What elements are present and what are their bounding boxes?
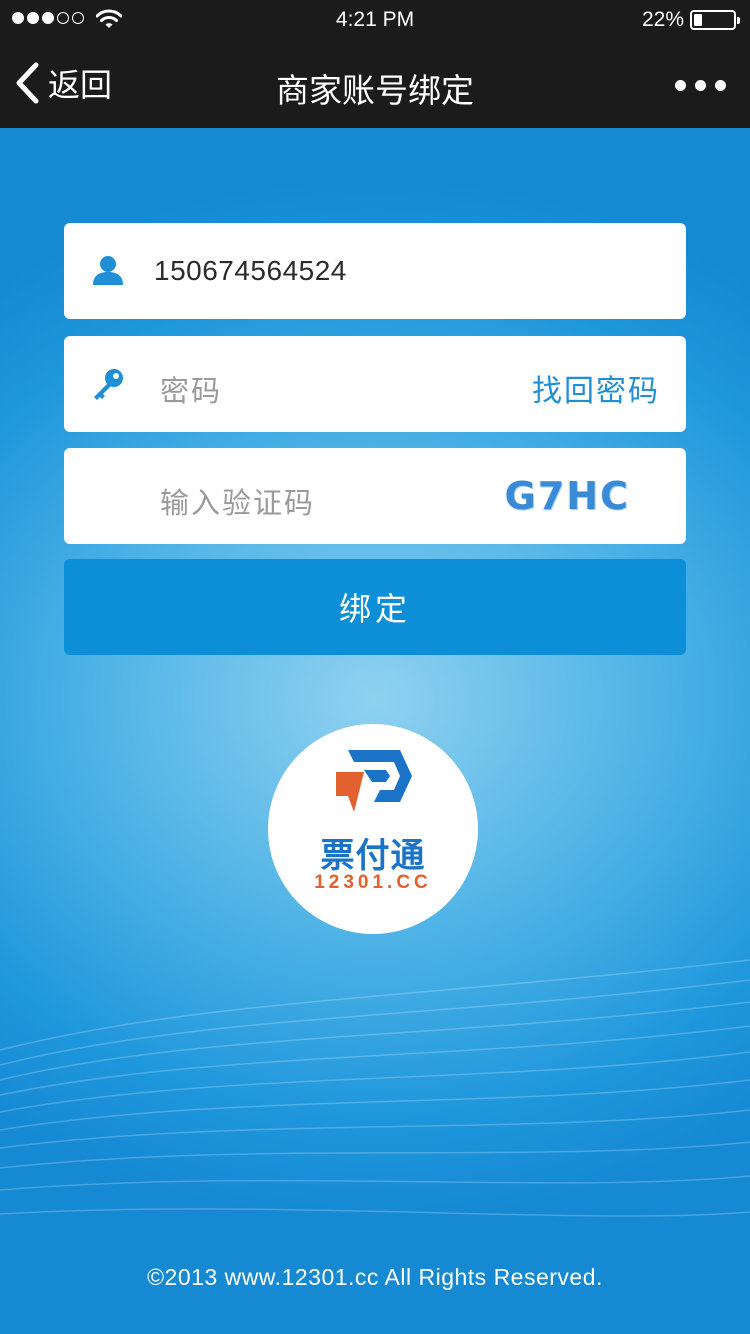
- account-input[interactable]: 150674564524: [154, 255, 347, 287]
- bind-button[interactable]: 绑定: [64, 559, 686, 655]
- captcha-field[interactable]: 输入验证码 G7HC: [64, 448, 686, 544]
- battery-level: [694, 14, 702, 26]
- navigation-bar: 返回 商家账号绑定: [0, 40, 750, 128]
- battery-percent: 22%: [641, 8, 684, 31]
- password-input[interactable]: 密码: [160, 368, 222, 410]
- password-field[interactable]: 密码 找回密码: [64, 336, 686, 432]
- battery-icon: [690, 10, 740, 30]
- forgot-password-link[interactable]: 找回密码: [532, 366, 660, 410]
- logo: 票付通 12301.CC: [268, 724, 478, 934]
- logo-name: 票付通: [320, 837, 426, 875]
- page-title: 商家账号绑定: [276, 72, 474, 109]
- user-icon: [93, 256, 123, 285]
- copyright-footer: ©2013 www.12301.cc All Rights Reserved.: [147, 1264, 603, 1290]
- captcha-image[interactable]: G7HC: [505, 474, 630, 518]
- status-time: 4:21 PM: [335, 8, 415, 31]
- key-icon: [94, 369, 123, 400]
- more-icon[interactable]: [675, 80, 726, 91]
- status-bar: 4:21 PM 22%: [0, 0, 750, 40]
- account-field[interactable]: 150674564524: [64, 223, 686, 319]
- logo-mark-icon: [336, 750, 412, 812]
- captcha-input[interactable]: 输入验证码: [160, 480, 315, 522]
- logo-domain: 12301.CC: [314, 872, 432, 893]
